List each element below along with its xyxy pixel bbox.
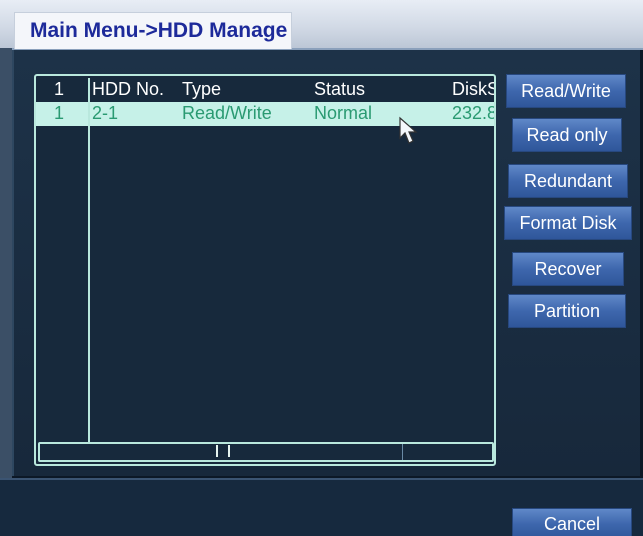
header-hdd-no[interactable]: HDD No.: [92, 79, 182, 100]
read-write-button[interactable]: Read/Write: [506, 74, 626, 108]
scrollbar-thumb[interactable]: [216, 445, 230, 457]
table-header-row: 1 HDD No. Type Status DiskS: [36, 78, 494, 102]
redundant-button[interactable]: Redundant: [508, 164, 628, 198]
header-type[interactable]: Type: [182, 79, 292, 100]
left-frame-strip: [0, 48, 12, 536]
scrollbar-track-mark: [402, 444, 403, 460]
row-status: Normal: [314, 103, 373, 123]
header-status[interactable]: Status: [314, 79, 404, 100]
hdd-table: 1 HDD No. Type Status DiskS 1 2-1 Read/W…: [34, 74, 496, 466]
header-disk-size[interactable]: DiskS: [452, 79, 494, 100]
header-index: 1: [54, 79, 65, 99]
title-bar: Main Menu->HDD Manage: [0, 0, 643, 50]
partition-button[interactable]: Partition: [508, 294, 626, 328]
read-only-button[interactable]: Read only: [512, 118, 622, 152]
row-index: 1: [54, 103, 65, 123]
row-hdd-no: 2-1: [92, 103, 119, 123]
table-row[interactable]: 1 2-1 Read/Write Normal 232.8: [36, 102, 494, 126]
recover-button[interactable]: Recover: [512, 252, 624, 286]
window-title: Main Menu->HDD Manage: [30, 19, 288, 42]
column-divider: [88, 78, 90, 444]
format-disk-button[interactable]: Format Disk: [504, 206, 632, 240]
hdd-manage-window: Main Menu->HDD Manage 1 HDD No. Type Sta…: [0, 0, 643, 536]
cancel-button[interactable]: Cancel: [512, 508, 632, 536]
mouse-pointer-icon: [399, 116, 418, 144]
row-disk-size: 232.8: [452, 103, 494, 123]
row-type: Read/Write: [182, 103, 272, 123]
horizontal-scrollbar[interactable]: [38, 442, 494, 462]
